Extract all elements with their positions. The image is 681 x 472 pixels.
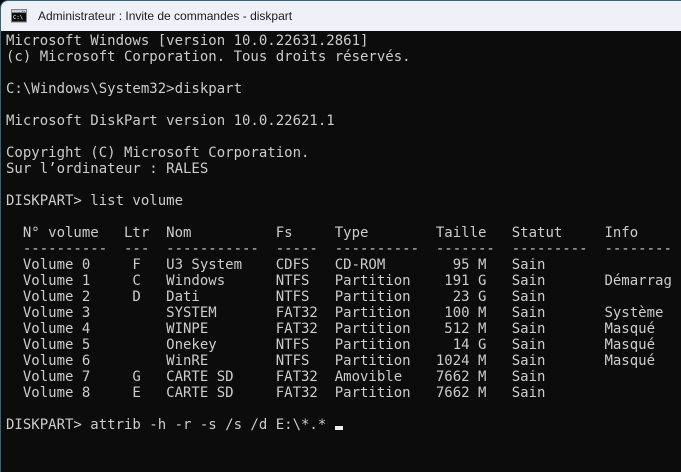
table-header-line: N° volume Ltr Nom Fs Type Taille Statut … (6, 225, 639, 241)
console-line: Microsoft DiskPart version 10.0.22621.1 (6, 113, 335, 129)
console-line: Copyright (C) Microsoft Corporation. (6, 145, 310, 161)
table-row: Volume 7 G CARTE SD FAT32 Amovible 7662 … (6, 369, 546, 385)
console-line: C:\Windows\System32>diskpart (6, 81, 243, 97)
text-cursor (334, 426, 343, 430)
table-row: Volume 4 WINPE FAT32 Partition 512 M Sai… (6, 321, 656, 337)
console-prompt-line: DISKPART> attrib -h -r -s /s /d E:\*.* (6, 417, 681, 433)
table-divider-line: ---------- --- ----------- ----- -------… (6, 241, 672, 257)
cmd-icon: C:\ (11, 8, 27, 24)
prompt-command-text: DISKPART> attrib -h -r -s /s /d E:\*.* (6, 417, 335, 433)
console-line: Sur l’ordinateur : RALES (6, 161, 209, 177)
table-row: Volume 1 C Windows NTFS Partition 191 G … (6, 273, 672, 289)
table-row: Volume 6 WinRE NTFS Partition 1024 M Sai… (6, 353, 656, 369)
console-line: Microsoft Windows [version 10.0.22631.28… (6, 33, 369, 49)
table-row: Volume 8 E CARTE SD FAT32 Partition 7662… (6, 385, 546, 401)
table-row: Volume 5 Onekey NTFS Partition 14 G Sain… (6, 337, 656, 353)
console-line: (c) Microsoft Corporation. Tous droits r… (6, 49, 411, 65)
table-row: Volume 0 F U3 System CDFS CD-ROM 95 M Sa… (6, 257, 546, 273)
table-row: Volume 2 D Dati NTFS Partition 23 G Sain (6, 289, 546, 305)
console-line: DISKPART> list volume (6, 193, 184, 209)
window-title: Administrateur : Invite de commandes - d… (38, 9, 293, 23)
console-output[interactable]: Microsoft Windows [version 10.0.22631.28… (1, 31, 681, 433)
cmd-window: C:\ Administrateur : Invite de commandes… (0, 0, 681, 472)
table-row: Volume 3 SYSTEM FAT32 Partition 100 M Sa… (6, 305, 664, 321)
title-bar[interactable]: C:\ Administrateur : Invite de commandes… (1, 1, 681, 31)
svg-text:C:\: C:\ (13, 15, 23, 21)
